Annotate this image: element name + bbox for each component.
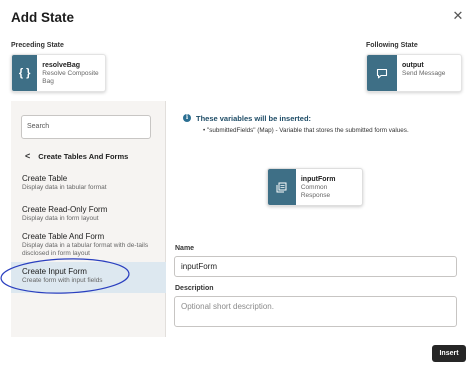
option-desc: Display data in form layout: [22, 215, 99, 222]
new-state-preview-card: inputForm Common Response: [267, 168, 363, 206]
new-state-name: inputForm: [300, 176, 336, 183]
option-title: Create Read-Only Form: [22, 205, 108, 214]
chat-bubble-icon: [367, 55, 397, 91]
option-create-read-only-form[interactable]: Create Read-Only Form Display data in fo…: [11, 205, 166, 227]
option-title: Create Input Form: [22, 267, 87, 276]
description-field[interactable]: [174, 296, 457, 327]
option-title: Create Table: [22, 174, 68, 183]
info-variable-item: • "submittedFields" (Map) - Variable tha…: [203, 127, 409, 134]
info-notice: i These variables will be inserted: • "s…: [173, 105, 459, 139]
insert-button[interactable]: Insert: [432, 345, 466, 362]
name-field[interactable]: [174, 256, 457, 277]
following-state-card: output Send Message: [366, 54, 462, 92]
option-title: Create Table And Form: [22, 232, 105, 241]
description-label: Description: [175, 285, 214, 292]
option-desc: Display data in a tabular format with de…: [22, 242, 149, 257]
state-picker-panel: Search < Create Tables And Forms Create …: [11, 101, 466, 337]
preceding-state-name: resolveBag: [42, 62, 81, 69]
option-create-input-form[interactable]: Create Input Form Create form with input…: [11, 262, 166, 293]
option-desc: Display data in tabular format: [22, 184, 107, 191]
category-title: Create Tables And Forms: [38, 151, 129, 161]
close-icon[interactable]: ✕: [450, 8, 466, 24]
search-input[interactable]: Search: [21, 115, 151, 139]
details-pane: i These variables will be inserted: • "s…: [166, 101, 466, 337]
name-label: Name: [175, 245, 195, 252]
option-desc: Create form with input fields: [22, 277, 103, 284]
option-create-table[interactable]: Create Table Display data in tabular for…: [11, 174, 166, 196]
following-state-label: Following State: [366, 42, 418, 49]
following-state-name: output: [402, 62, 424, 69]
curly-braces-icon: { }: [12, 55, 38, 91]
dialog-title: Add State: [11, 10, 75, 25]
following-state-type: Send Message: [402, 70, 446, 77]
add-state-dialog: Add State ✕ Preceding State { } resolveB…: [4, 2, 470, 368]
category-breadcrumb[interactable]: < Create Tables And Forms: [25, 151, 128, 161]
preceding-state-type: Resolve Composite Bag: [42, 70, 99, 85]
template-list: Search < Create Tables And Forms Create …: [11, 101, 166, 337]
preceding-state-label: Preceding State: [11, 42, 64, 49]
chevron-left-icon[interactable]: <: [25, 151, 30, 161]
option-create-table-and-form[interactable]: Create Table And Form Display data in a …: [11, 232, 166, 262]
new-state-type: Common Response: [300, 184, 331, 199]
info-title: These variables will be inserted:: [196, 114, 312, 123]
info-icon: i: [183, 114, 191, 122]
preceding-state-card: { } resolveBag Resolve Composite Bag: [11, 54, 106, 92]
form-icon: [268, 169, 296, 205]
